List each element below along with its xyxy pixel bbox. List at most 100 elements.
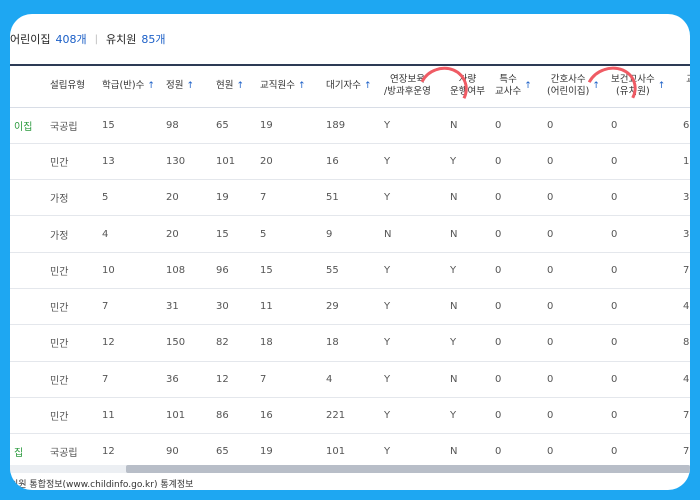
table-cell: 0 bbox=[491, 397, 543, 435]
table-cell: 0 bbox=[543, 215, 607, 253]
table-row[interactable]: 민간 10 108 96 15 55 Y Y 0 0 0 7 bbox=[10, 252, 690, 289]
column-header-3[interactable]: 정원 ↑ bbox=[162, 64, 212, 108]
table-cell: Y bbox=[380, 397, 446, 435]
table-cell bbox=[10, 288, 46, 326]
table-cell: 6 bbox=[679, 107, 690, 144]
sort-arrow-up-icon[interactable]: ↑ bbox=[658, 80, 666, 92]
table-cell: N bbox=[446, 179, 491, 217]
stats-table: 설립유형 학급(반)수 ↑ 정원 ↑ 현원 ↑ 교직원수 ↑ 대기자수 ↑ 연장보육/방과후운영 차량 운… bbox=[10, 64, 690, 471]
table-cell: 4 bbox=[322, 361, 380, 398]
sort-arrow-up-icon[interactable]: ↑ bbox=[236, 80, 244, 92]
table-cell: 가정 bbox=[46, 215, 98, 253]
column-header-2[interactable]: 학급(반)수 ↑ bbox=[98, 64, 162, 108]
table-cell bbox=[10, 324, 46, 362]
column-header-label: 학급(반)수 bbox=[102, 80, 145, 92]
table-cell: 4 bbox=[679, 288, 690, 326]
column-header-9[interactable]: 특수 교사수 ↑ bbox=[491, 64, 543, 108]
table-row[interactable]: 민간 12 150 82 18 18 Y Y 0 0 0 8 bbox=[10, 324, 690, 362]
table-cell: 15 bbox=[256, 252, 322, 289]
table-cell: 15 bbox=[212, 215, 256, 253]
table-cell: 민간 bbox=[46, 288, 98, 326]
table-cell: N bbox=[446, 361, 491, 398]
table-cell: Y bbox=[380, 143, 446, 181]
column-header-11[interactable]: 보건교사수 (유치원) ↑ bbox=[607, 64, 679, 108]
table-cell: 16 bbox=[256, 397, 322, 435]
table-cell: 130 bbox=[162, 143, 212, 181]
horizontal-scrollbar[interactable] bbox=[10, 465, 690, 473]
sort-arrow-up-icon[interactable]: ↑ bbox=[592, 80, 600, 92]
table-cell: Y bbox=[380, 179, 446, 217]
column-header-0 bbox=[10, 64, 46, 108]
column-header-5[interactable]: 교직원수 ↑ bbox=[256, 64, 322, 108]
table-row[interactable]: 민간 7 31 30 11 29 Y N 0 0 0 4 bbox=[10, 288, 690, 326]
table-cell: 31 bbox=[162, 288, 212, 326]
table-cell: 3 bbox=[679, 179, 690, 217]
column-header-label: 간호사수 bbox=[550, 74, 586, 86]
content-frame: 어린이집 408개 | 유치원 85개 설립유형 학급(반)수 ↑ 정원 ↑ 현원 ↑ 교직원… bbox=[10, 14, 690, 490]
table-cell: 98 bbox=[162, 107, 212, 144]
table-cell: Y bbox=[380, 252, 446, 289]
table-cell: 11 bbox=[256, 288, 322, 326]
table-cell: 5 bbox=[256, 215, 322, 253]
table-cell: 221 bbox=[322, 397, 380, 435]
table-row[interactable]: 이집 국공립 15 98 65 19 189 Y N 0 0 0 6 bbox=[10, 107, 690, 144]
daycare-count[interactable]: 408개 bbox=[55, 31, 86, 47]
table-cell: N bbox=[446, 215, 491, 253]
table-cell bbox=[10, 215, 46, 253]
table-cell: Y bbox=[446, 324, 491, 362]
column-header-label: 교사수 bbox=[495, 86, 522, 98]
table-cell: 0 bbox=[491, 252, 543, 289]
table-header-row: 설립유형 학급(반)수 ↑ 정원 ↑ 현원 ↑ 교직원수 ↑ 대기자수 ↑ 연장보육/방과후운영 차량 운… bbox=[10, 64, 690, 108]
scrollbar-thumb[interactable] bbox=[126, 465, 690, 473]
sort-arrow-up-icon[interactable]: ↑ bbox=[524, 80, 532, 92]
column-header-label: /방과후운영 bbox=[384, 86, 431, 98]
column-header-label: 교실/보 bbox=[686, 74, 690, 97]
table-cell: 민간 bbox=[46, 397, 98, 435]
sort-arrow-up-icon[interactable]: ↑ bbox=[147, 80, 155, 92]
table-cell: 국공립 bbox=[46, 107, 98, 144]
column-header-label: 차량 bbox=[458, 74, 477, 86]
table-cell: 7 bbox=[98, 361, 162, 398]
table-row[interactable]: 민간 7 36 12 7 4 Y N 0 0 0 4 bbox=[10, 361, 690, 398]
table-cell: 0 bbox=[491, 107, 543, 144]
table-cell: 51 bbox=[322, 179, 380, 217]
table-cell: N bbox=[380, 215, 446, 253]
table-cell: 민간 bbox=[46, 143, 98, 181]
table-cell: 12 bbox=[212, 361, 256, 398]
table-cell: 20 bbox=[256, 143, 322, 181]
summary-bar: 어린이집 408개 | 유치원 85개 bbox=[10, 14, 690, 64]
column-header-1: 설립유형 bbox=[46, 64, 98, 108]
daycare-label: 어린이집 bbox=[10, 33, 51, 46]
table-cell: 0 bbox=[543, 179, 607, 217]
sort-arrow-up-icon[interactable]: ↑ bbox=[364, 80, 372, 92]
source-footer: 치원 통합정보(www.childinfo.go.kr) 통계정보 bbox=[10, 480, 194, 490]
sort-arrow-up-icon[interactable]: ↑ bbox=[298, 80, 306, 92]
table-cell: 0 bbox=[607, 288, 679, 326]
kinder-count[interactable]: 85개 bbox=[141, 31, 165, 47]
table-cell: 18 bbox=[322, 324, 380, 362]
column-header-6[interactable]: 대기자수 ↑ bbox=[322, 64, 380, 108]
table-cell: 86 bbox=[212, 397, 256, 435]
table-row[interactable]: 가정 5 20 19 7 51 Y N 0 0 0 3 bbox=[10, 179, 690, 217]
table-cell: Y bbox=[380, 361, 446, 398]
table-body: 이집 국공립 15 98 65 19 189 Y N 0 0 0 6 민간 13 130 101 20 16 Y Y 0 0… bbox=[10, 107, 690, 471]
table-row[interactable]: 민간131301012016YY00011 bbox=[10, 143, 690, 181]
stats-table-wrapper[interactable]: 설립유형 학급(반)수 ↑ 정원 ↑ 현원 ↑ 교직원수 ↑ 대기자수 ↑ 연장보육/방과후운영 차량 운… bbox=[10, 64, 690, 479]
table-cell: 19 bbox=[212, 179, 256, 217]
table-cell: 19 bbox=[256, 107, 322, 144]
column-header-10[interactable]: 간호사수 (어린이집) ↑ bbox=[543, 64, 607, 108]
sort-arrow-up-icon[interactable]: ↑ bbox=[186, 80, 194, 92]
table-cell: 0 bbox=[491, 179, 543, 217]
table-cell: 20 bbox=[162, 215, 212, 253]
table-cell: 5 bbox=[98, 179, 162, 217]
table-cell: 0 bbox=[543, 288, 607, 326]
table-row[interactable]: 민간 11 101 86 16 221 Y Y 0 0 0 7 bbox=[10, 397, 690, 435]
table-cell bbox=[10, 397, 46, 435]
table-row[interactable]: 가정 4 20 15 5 9 N N 0 0 0 3 bbox=[10, 215, 690, 253]
table-cell: 0 bbox=[491, 288, 543, 326]
table-cell: 7 bbox=[256, 361, 322, 398]
column-header-4[interactable]: 현원 ↑ bbox=[212, 64, 256, 108]
table-cell: 7 bbox=[98, 288, 162, 326]
table-cell: 11 bbox=[98, 397, 162, 435]
table-cell: 7 bbox=[256, 179, 322, 217]
